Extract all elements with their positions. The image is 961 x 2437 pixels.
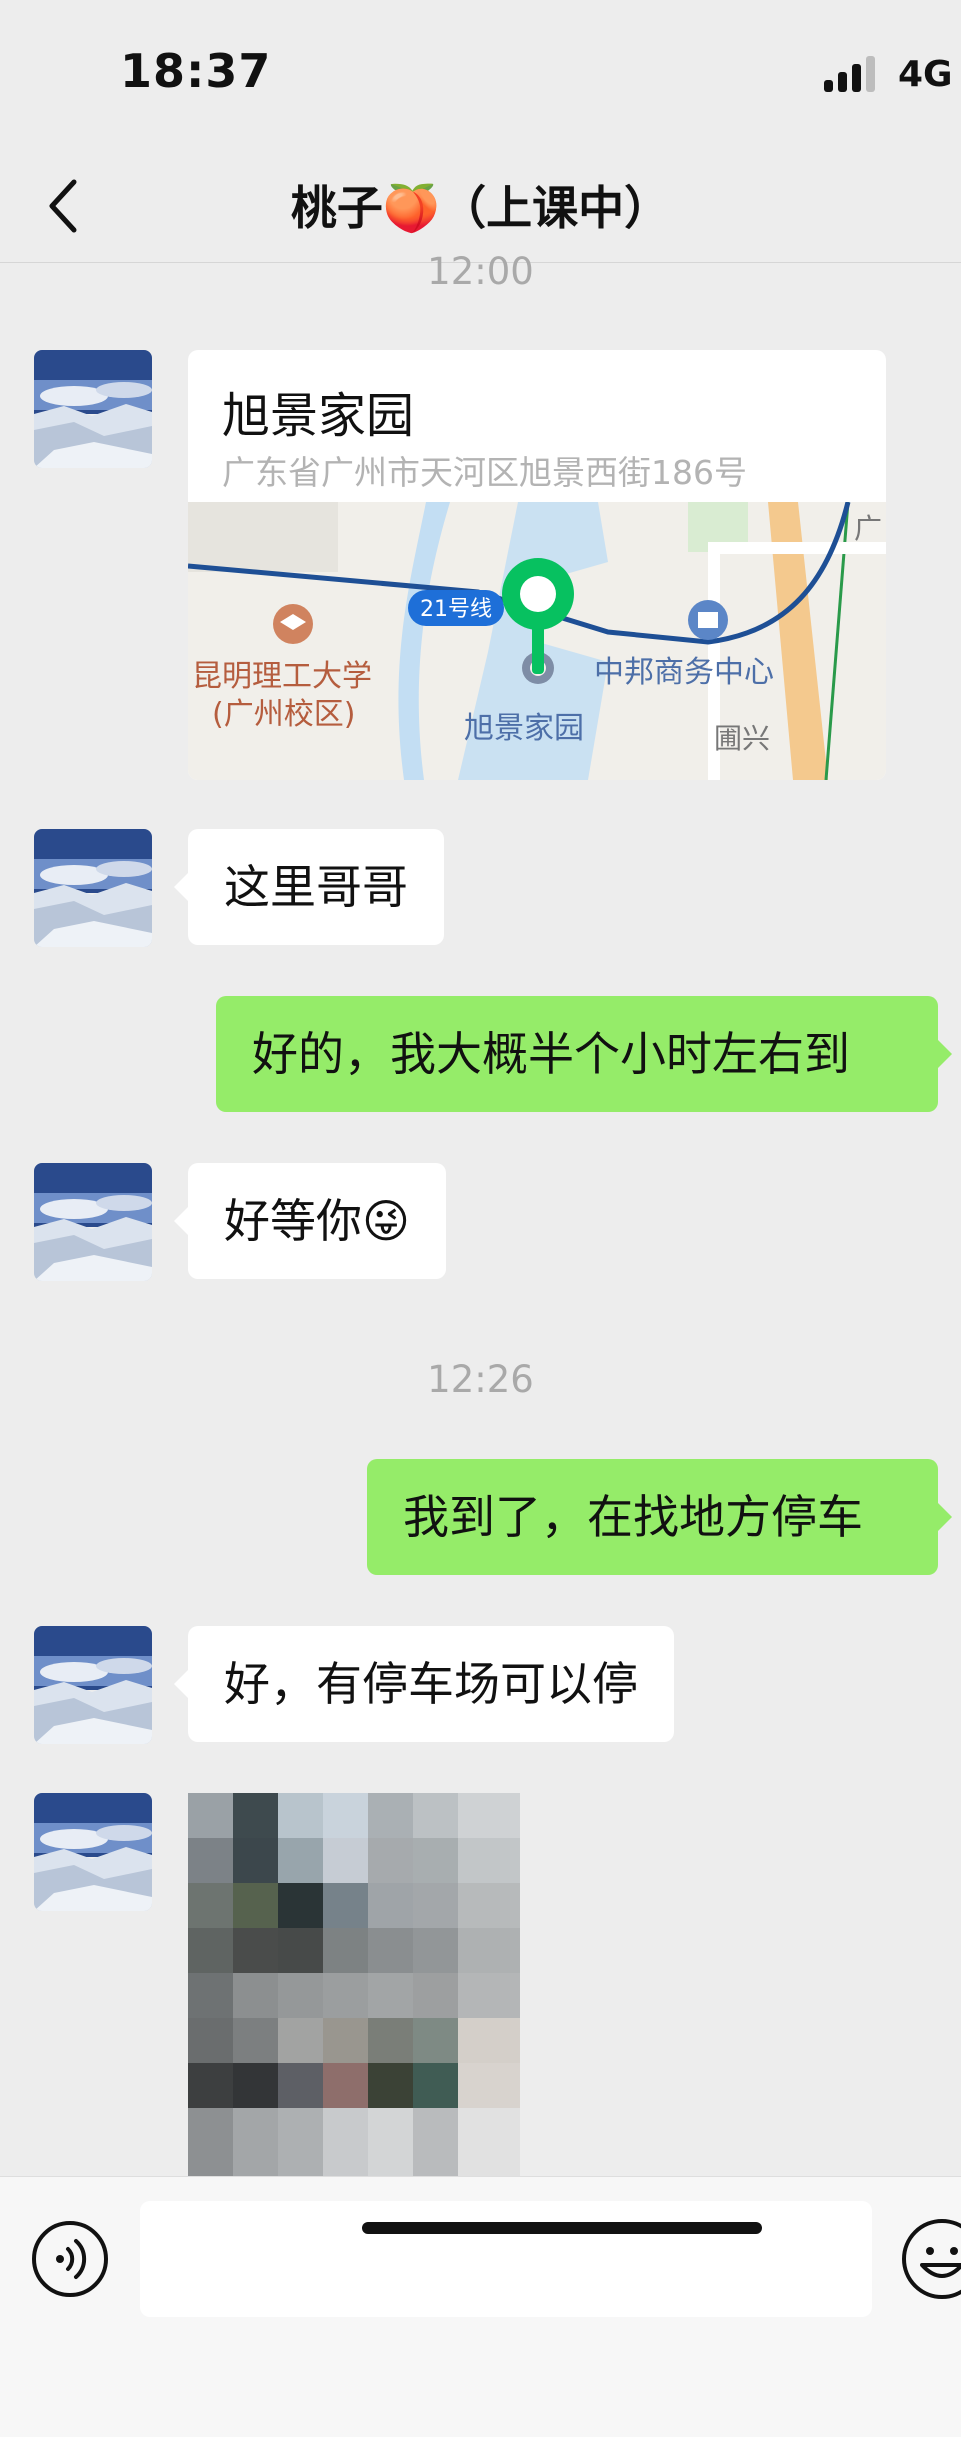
contact-avatar[interactable] [34,829,152,947]
input-bar [0,2176,961,2437]
message-bubble[interactable]: 好，有停车场可以停 [174,1626,674,1742]
business-label: 中邦商务中心 [594,655,774,690]
chat-title: 桃子🍑（上课中） [290,181,671,235]
image-message[interactable] [188,1793,520,2176]
metro-line-label: 21号线 [420,597,492,622]
contact-avatar[interactable] [34,350,152,468]
campus-label: (广州校区) [212,697,355,732]
contact-avatar[interactable] [34,1793,152,1911]
location-name: 旭景家园 [222,388,415,444]
home-indicator [362,2222,762,2234]
status-bar: 18:37 4G [0,0,961,150]
message-bubble[interactable]: 我到了，在找地方停车 [367,1459,952,1575]
emoji-button[interactable] [900,2217,961,2301]
avatar-image [34,829,152,947]
location-message[interactable]: 旭景家园 广东省广州市天河区旭景西街186号 21号线 昆明理工大学 (广州校区… [188,350,886,780]
chat-header: 桃子🍑（上课中） [0,150,961,263]
emoji-icon [902,2219,961,2299]
corner-label: 广 [854,512,882,545]
timestamp: 12:26 [427,1358,534,1401]
voice-button[interactable] [30,2219,110,2299]
location-address: 广东省广州市天河区旭景西街186号 [222,453,747,492]
network-type: 4G [898,54,953,95]
signal-icon [824,56,882,92]
pin-place-label: 旭景家园 [464,711,584,746]
avatar-image [34,1626,152,1744]
university-label: 昆明理工大学 [192,659,372,694]
message-bubble[interactable]: 这里哥哥 [174,829,444,945]
avatar-image [34,350,152,468]
contact-avatar[interactable] [34,1163,152,1281]
map-preview: 21号线 昆明理工大学 (广州校区) 中邦商务中心 旭景家园 圃兴 广 [188,502,886,780]
message-bubble[interactable]: 好的，我大概半个小时左右到 [216,996,952,1112]
timestamp: 12:00 [427,250,534,293]
message-input[interactable] [140,2201,872,2317]
voice-icon [32,2221,108,2297]
contact-avatar[interactable] [34,1626,152,1744]
street-label: 圃兴 [714,722,770,755]
status-time: 18:37 [120,44,272,98]
message-bubble[interactable]: 好等你😜 [174,1163,446,1279]
avatar-image [34,1163,152,1281]
blurred-photo-icon [188,1793,520,2176]
avatar-image [34,1793,152,1911]
